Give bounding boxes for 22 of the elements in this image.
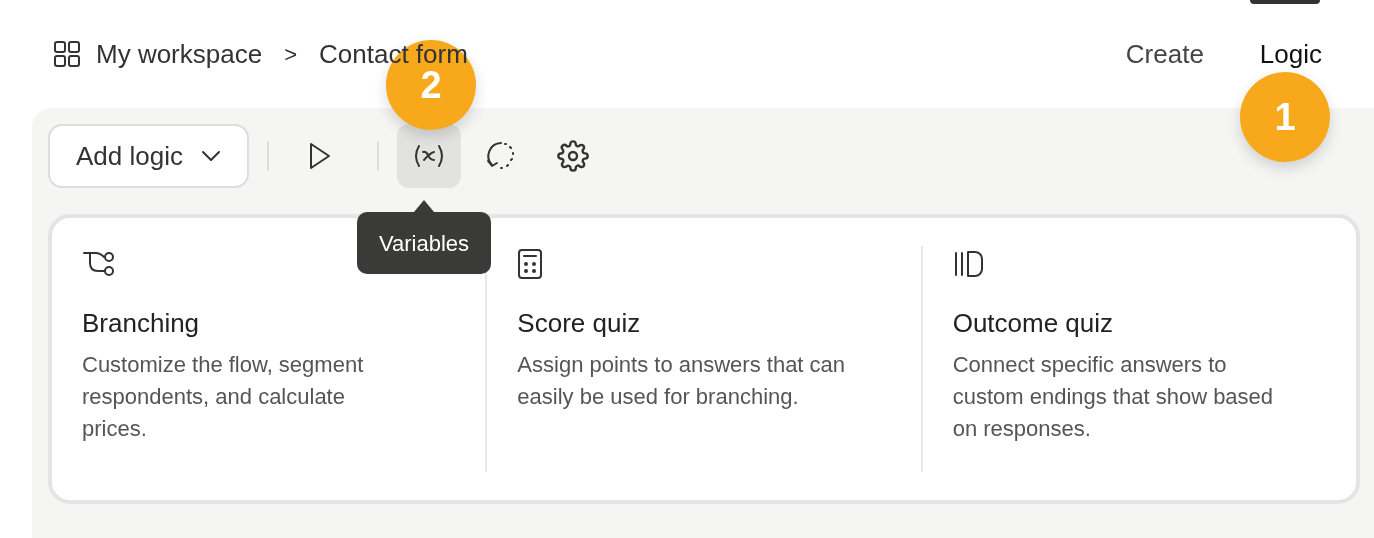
logic-option[interactable]: Outcome quiz Connect specific answers to custom endings that show based on responses. (920, 246, 1356, 472)
option-description: Connect specific answers to custom endings that show based on responses. (952, 351, 1275, 443)
option-title: Score quiz (517, 307, 642, 340)
edge-bar (1250, 0, 1320, 4)
nav-tab[interactable]: Create (1125, 34, 1204, 74)
chevron-icon: > (284, 37, 297, 71)
settings-icon (556, 140, 589, 172)
tooltip: Variables (357, 200, 492, 274)
branch-icon (82, 249, 116, 279)
option-description: Assign points to answers that can easily be used for branching. (517, 351, 847, 411)
option-title: Branching (82, 307, 201, 340)
step-badge: 1 (1240, 72, 1330, 162)
option-description: Customize the flow, segment respondents, and calculate prices. (82, 351, 365, 443)
breadcrumb-link[interactable]: My workspace (96, 34, 263, 74)
columns-icon (952, 249, 985, 279)
calculator-icon (517, 248, 544, 280)
grid-icon (52, 39, 82, 69)
nav-tab[interactable]: Logic (1259, 34, 1322, 74)
option-title: Outcome quiz (952, 307, 1115, 340)
chevron-down-icon (200, 150, 221, 162)
variables-button[interactable] (396, 124, 461, 188)
add-logic-button[interactable]: Add logic (48, 124, 249, 188)
